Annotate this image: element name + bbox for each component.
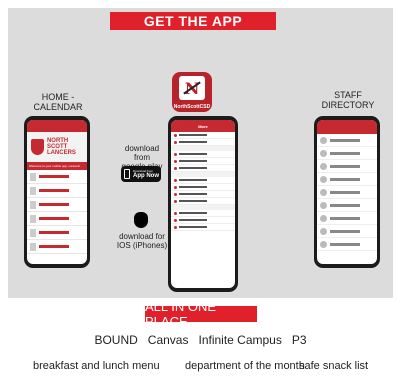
school-brand: NORTH SCOTT LANCERS [27,132,87,162]
store-button-big: App Now [133,173,159,179]
menu-item[interactable] [171,177,235,184]
staff-directory-caption: STAFF DIRECTORY [321,90,375,110]
staff-row[interactable] [317,173,377,186]
menu-item[interactable] [171,139,235,146]
staff-row[interactable] [317,238,377,251]
calendar-row[interactable] [27,212,87,226]
feature-safe-snack: safe snack list [299,360,369,372]
phone-staff-directory [314,116,380,268]
menu-item[interactable] [171,224,235,231]
menu-item[interactable] [171,191,235,198]
calendar-row[interactable] [27,170,87,184]
calendar-row[interactable] [27,184,87,198]
staff-row[interactable] [317,199,377,212]
calendar-row[interactable] [27,226,87,240]
phone-menu: More [168,116,238,292]
menu-item[interactable] [171,151,235,158]
feature-department-month: department of the month [185,360,305,372]
menu-item[interactable] [171,217,235,224]
welcome-text: Welcome to your mobile app, Lancers! [27,162,87,170]
menu-item[interactable] [171,158,235,165]
directory-header [317,120,377,134]
lancer-shield-icon [31,139,44,155]
apple-icon[interactable] [134,212,148,228]
features-line-1: BOUND Canvas Infinite Campus P3 [94,333,307,347]
menu-item[interactable] [171,165,235,172]
menu-title: More [171,120,235,132]
staff-row[interactable] [317,147,377,160]
staff-row[interactable] [317,186,377,199]
north-scott-logo-icon: N [179,76,205,100]
all-in-one-place-banner: ALL IN ONE PLACE [145,299,257,329]
northscott-app-icon[interactable]: N NorthScottCSD [172,72,212,112]
staff-row[interactable] [317,225,377,238]
phone-home-calendar: NORTH SCOTT LANCERS Welcome to your mobi… [24,116,90,268]
staff-row[interactable] [317,212,377,225]
menu-item[interactable] [171,132,235,139]
ios-caption: download for IOS (iPhones) [116,232,168,250]
phone-icon [124,169,130,179]
calendar-row[interactable] [27,198,87,212]
home-calendar-caption: HOME - CALENDAR [33,92,83,112]
app-store-button[interactable]: Download from App Now [121,166,161,182]
menu-item[interactable] [171,210,235,217]
home-header [27,120,87,132]
menu-item[interactable] [171,184,235,191]
school-name: NORTH SCOTT LANCERS [46,138,76,156]
staff-row[interactable] [317,134,377,147]
feature-breakfast-lunch: breakfast and lunch menu [33,360,160,372]
staff-row[interactable] [317,160,377,173]
calendar-row[interactable] [27,240,87,254]
app-name: NorthScottCSD [173,104,211,110]
get-the-app-banner: GET THE APP [110,12,276,30]
menu-item[interactable] [171,198,235,205]
